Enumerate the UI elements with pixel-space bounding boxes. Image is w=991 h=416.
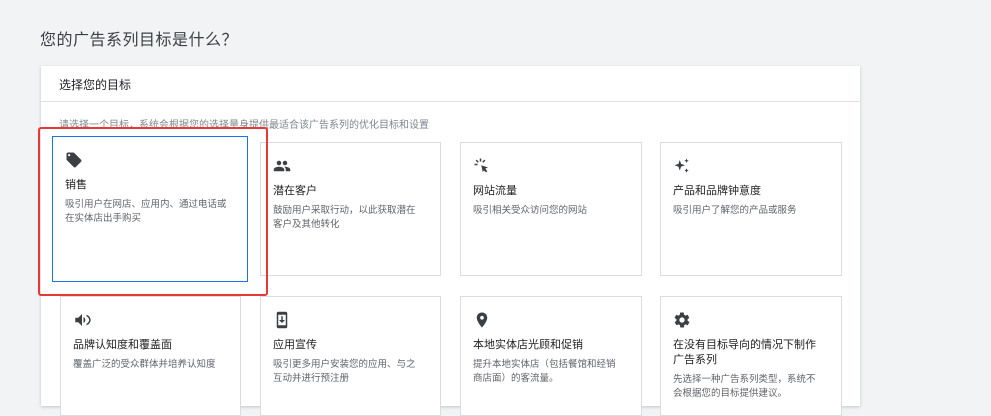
goal-title: 销售 xyxy=(65,178,87,191)
goal-title: 应用宣传 xyxy=(273,338,317,351)
panel-header: 选择您的目标 xyxy=(41,66,860,102)
gear-icon xyxy=(674,312,690,328)
sparkle-icon xyxy=(674,158,689,173)
goal-description: 吸引相关受众访问您的网站 xyxy=(473,205,588,216)
goal-description: 吸引用户了解您的产品或服务 xyxy=(673,205,797,216)
goal-title: 在没有目标导向的情况下制作广告系列 xyxy=(673,338,816,366)
goal-description: 吸引更多用户安装您的应用、与之互动并进行预注册 xyxy=(273,359,416,384)
panel-description: 请选择一个目标，系统会根据您的选择量身提供最适合该广告系列的优化目标和设置 xyxy=(59,120,429,131)
goal-description: 吸引用户在网店、应用内、通过电话或在实体店出手购买 xyxy=(65,199,227,224)
goal-card-website-traffic[interactable]: 网站流量 吸引相关受众访问您的网站 xyxy=(460,142,642,276)
phone-app-icon xyxy=(276,311,288,329)
goal-title: 产品和品牌钟意度 xyxy=(673,184,761,197)
people-icon xyxy=(273,160,291,172)
goal-card-no-goal[interactable]: 在没有目标导向的情况下制作广告系列 先选择一种广告系列类型，系统不会根据您的目标… xyxy=(660,296,842,416)
goal-title: 潜在客户 xyxy=(273,184,317,197)
goal-card-sales[interactable]: 销售 吸引用户在网店、应用内、通过电话或在实体店出手购买 xyxy=(52,136,248,282)
goal-card-app-promotion[interactable]: 应用宣传 吸引更多用户安装您的应用、与之互动并进行预注册 xyxy=(260,296,441,416)
page-title: 您的广告系列目标是什么？ xyxy=(40,30,239,49)
location-pin-icon xyxy=(476,312,488,328)
goal-card-brand-consideration[interactable]: 产品和品牌钟意度 吸引用户了解您的产品或服务 xyxy=(660,142,842,276)
tag-icon xyxy=(66,152,82,168)
goal-description: 先选择一种广告系列类型，系统不会根据您的目标提供建议。 xyxy=(673,374,816,399)
goal-title: 本地实体店光顾和促销 xyxy=(473,338,583,351)
megaphone-icon xyxy=(75,314,91,326)
cursor-click-icon xyxy=(474,158,488,173)
goal-card-brand-awareness[interactable]: 品牌认知度和覆盖面 覆盖广泛的受众群体并培养认知度 xyxy=(60,296,241,416)
goal-description: 提升本地实体店（包括餐馆和经销商店面）的客流量。 xyxy=(473,359,616,384)
goal-title: 品牌认知度和覆盖面 xyxy=(73,338,172,351)
goal-card-local-store[interactable]: 本地实体店光顾和促销 提升本地实体店（包括餐馆和经销商店面）的客流量。 xyxy=(460,296,642,416)
goal-card-leads[interactable]: 潜在客户 鼓励用户采取行动，以此获取潜在客户及其他转化 xyxy=(260,142,441,276)
goal-title: 网站流量 xyxy=(473,184,517,197)
goal-description: 鼓励用户采取行动，以此获取潜在客户及其他转化 xyxy=(273,205,416,230)
goal-description: 覆盖广泛的受众群体并培养认知度 xyxy=(73,359,216,370)
